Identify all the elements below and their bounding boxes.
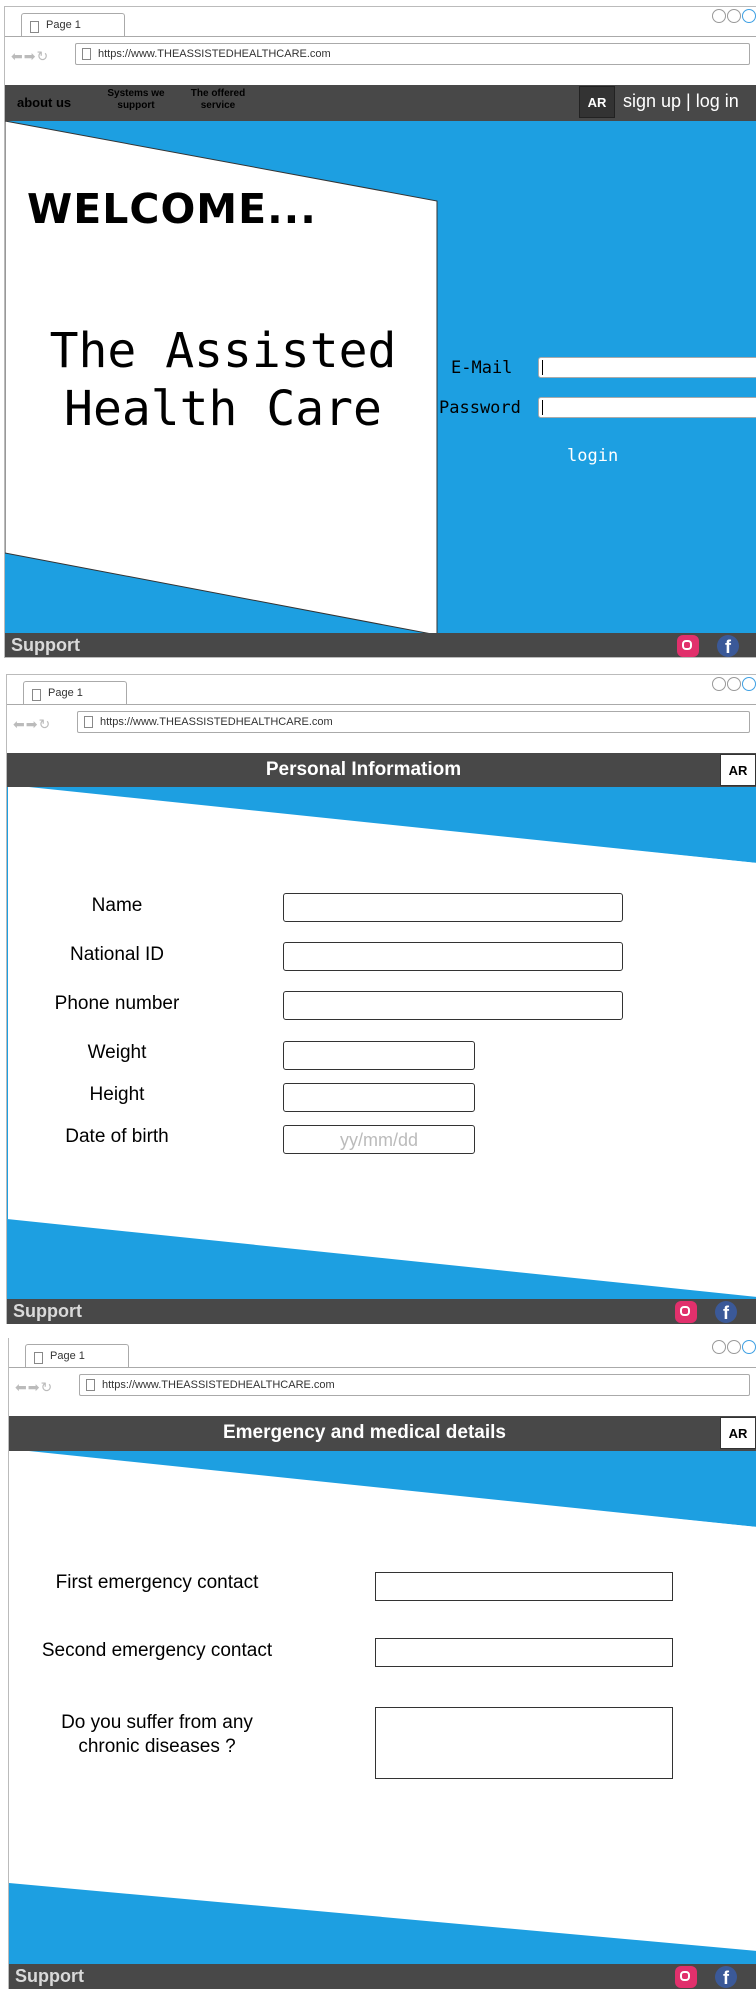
address-bar[interactable]: https://www.THEASSISTEDHEALTHCARE.com [79,1374,750,1396]
dob-label: Date of birth [65,1126,169,1147]
title-bar: Emergency and medical details AR [9,1416,756,1451]
chronic-diseases-line2: chronic diseases ? [78,1736,236,1757]
browser-tab[interactable]: Page 1 [21,13,125,37]
brand-title: The Assisted Health Care [23,322,423,438]
first-contact-label: First emergency contact [55,1572,259,1593]
first-contact-input[interactable] [375,1572,673,1601]
national-id-label: National ID [70,944,164,965]
window-controls [711,9,756,27]
window-controls [711,677,756,695]
email-label: E-Mail [451,358,513,378]
minimize-icon[interactable] [712,1340,726,1354]
support-link[interactable]: Support [11,635,80,656]
language-ar-button[interactable]: AR [579,86,615,118]
close-icon[interactable] [742,1340,756,1354]
nav-systems-we-support[interactable]: Systems we support [101,88,171,112]
window-controls [711,1340,756,1358]
page-title: Emergency and medical details [222,1422,506,1443]
minimize-icon[interactable] [712,677,726,691]
support-link[interactable]: Support [15,1966,84,1987]
chronic-diseases-label: Do you suffer from any chronic diseases … [9,1711,305,1759]
footer-bar: Support f [9,1964,756,1989]
browser-nav-icons[interactable]: ⬅➡↻ [11,48,49,65]
national-id-input[interactable] [283,942,623,971]
close-icon[interactable] [742,9,756,23]
height-input[interactable] [283,1083,475,1112]
second-contact-input[interactable] [375,1638,673,1667]
page-icon [84,716,93,728]
password-input[interactable] [538,397,756,418]
address-bar[interactable]: https://www.THEASSISTEDHEALTHCARE.com [77,711,750,733]
welcome-heading: WELCOME... [27,185,317,233]
browser-nav-icons[interactable]: ⬅➡↻ [15,1379,53,1396]
url-text: https://www.THEASSISTEDHEALTHCARE.com [102,1379,335,1391]
minimize-icon[interactable] [712,9,726,23]
instagram-icon[interactable] [677,635,699,657]
browser-tab[interactable]: Page 1 [25,1344,129,1368]
name-input[interactable] [283,893,623,922]
page-title: Personal Informatiom [265,759,462,780]
url-text: https://www.THEASSISTEDHEALTHCARE.com [98,48,331,60]
language-ar-button[interactable]: AR [720,754,756,786]
instagram-icon[interactable] [675,1966,697,1988]
tab-title: Page 1 [46,19,81,31]
url-text: https://www.THEASSISTEDHEALTHCARE.com [100,716,333,728]
footer-bar: Support f [7,1299,756,1324]
instagram-icon[interactable] [675,1301,697,1323]
footer-bar: Support f [5,633,756,657]
phone-input[interactable] [283,991,623,1020]
height-label: Height [89,1084,145,1105]
weight-label: Weight [87,1042,147,1063]
phone-label: Phone number [54,993,180,1014]
password-label: Password [439,398,521,418]
support-link[interactable]: Support [13,1301,82,1322]
title-bar: Personal Informatiom AR [7,753,756,787]
name-label: Name [91,895,143,916]
facebook-icon[interactable]: f [717,635,739,657]
emergency-page-frame: Page 1 ⬅➡↻ https://www.THEASSISTEDHEALTH… [8,1338,756,1989]
page-icon [34,1352,43,1364]
login-page-frame: Page 1 ⬅➡↻ https://www.THEASSISTEDHEALTH… [4,6,756,658]
tab-title: Page 1 [48,687,83,699]
page-icon [32,689,41,701]
nav-about-us[interactable]: about us [17,95,71,110]
chronic-diseases-line1: Do you suffer from any [61,1712,253,1733]
dob-input[interactable]: yy/mm/dd [283,1125,475,1154]
top-nav-bar: about us Systems we support The offered … [5,85,756,121]
page-icon [86,1379,95,1391]
page-icon [82,48,91,60]
browser-tab[interactable]: Page 1 [23,681,127,705]
weight-input[interactable] [283,1041,475,1070]
browser-nav-icons[interactable]: ⬅➡↻ [13,716,51,733]
address-bar[interactable]: https://www.THEASSISTEDHEALTHCARE.com [75,43,750,65]
email-input[interactable] [538,357,756,378]
facebook-icon[interactable]: f [715,1966,737,1988]
second-contact-label: Second emergency contact [41,1640,273,1661]
page-icon [30,21,39,33]
language-ar-button[interactable]: AR [720,1417,756,1449]
nav-offered-service[interactable]: The offered service [183,88,253,112]
close-icon[interactable] [742,677,756,691]
facebook-icon[interactable]: f [715,1301,737,1323]
chronic-diseases-textarea[interactable] [375,1707,673,1779]
personal-info-page-frame: Page 1 ⬅➡↻ https://www.THEASSISTEDHEALTH… [6,674,756,1324]
signup-login-link[interactable]: sign up | log in [623,91,739,112]
dob-placeholder: yy/mm/dd [339,1130,418,1150]
brand-title-line2: Health Care [64,381,382,437]
tab-title: Page 1 [50,1350,85,1362]
maximize-icon[interactable] [727,1340,741,1354]
maximize-icon[interactable] [727,677,741,691]
login-button[interactable]: login [567,446,618,466]
brand-title-line1: The Assisted [49,323,397,379]
maximize-icon[interactable] [727,9,741,23]
